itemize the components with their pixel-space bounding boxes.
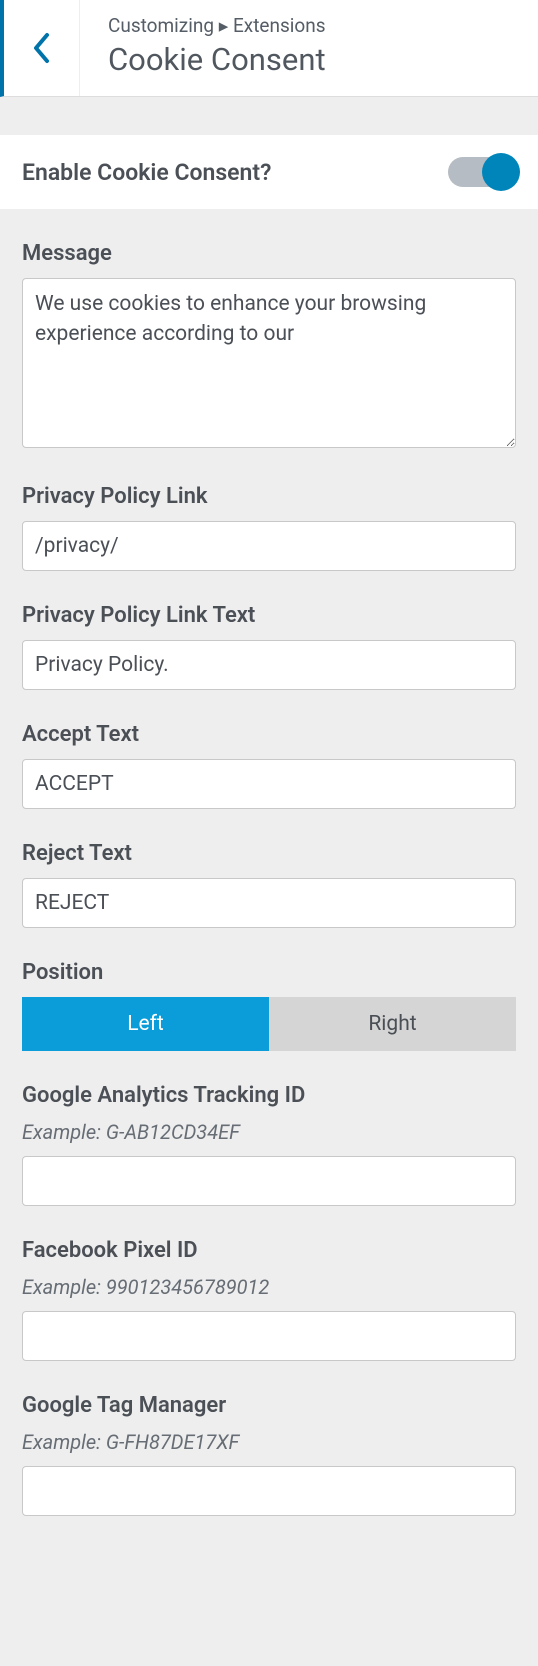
bottom-spacer [22, 1516, 516, 1564]
gtm-example: Example: G-FH87DE17XF [22, 1430, 516, 1454]
enable-row: Enable Cookie Consent? [0, 135, 538, 209]
breadcrumb: Customizing ▸ Extensions [108, 14, 326, 37]
enable-toggle[interactable] [448, 157, 516, 187]
gtm-label: Google Tag Manager [22, 1393, 516, 1418]
enable-label: Enable Cookie Consent? [22, 159, 271, 186]
fb-pixel-input[interactable] [22, 1311, 516, 1361]
form-section: Message Privacy Policy Link Privacy Poli… [0, 241, 538, 1564]
position-label: Position [22, 960, 516, 985]
privacy-link-label: Privacy Policy Link [22, 484, 516, 509]
ga-id-example: Example: G-AB12CD34EF [22, 1120, 516, 1144]
ga-id-input[interactable] [22, 1156, 516, 1206]
back-button[interactable] [4, 0, 80, 96]
breadcrumb-prefix: Customizing [108, 14, 214, 37]
toggle-knob [482, 153, 520, 191]
message-textarea[interactable] [22, 278, 516, 448]
chevron-left-icon [31, 31, 53, 65]
customizer-header: Customizing ▸ Extensions Cookie Consent [0, 0, 538, 97]
breadcrumb-section: Extensions [233, 14, 326, 37]
accept-text-label: Accept Text [22, 722, 516, 747]
reject-text-label: Reject Text [22, 841, 516, 866]
privacy-link-text-input[interactable] [22, 640, 516, 690]
privacy-link-text-label: Privacy Policy Link Text [22, 603, 516, 628]
ga-id-label: Google Analytics Tracking ID [22, 1083, 516, 1108]
fb-pixel-example: Example: 990123456789012 [22, 1275, 516, 1299]
reject-text-input[interactable] [22, 878, 516, 928]
breadcrumb-separator: ▸ [219, 14, 233, 37]
gtm-input[interactable] [22, 1466, 516, 1516]
header-text: Customizing ▸ Extensions Cookie Consent [80, 0, 344, 96]
message-label: Message [22, 241, 516, 266]
position-segmented: Left Right [22, 997, 516, 1051]
position-right-button[interactable]: Right [269, 997, 516, 1051]
page-title: Cookie Consent [108, 41, 326, 78]
privacy-link-input[interactable] [22, 521, 516, 571]
position-left-button[interactable]: Left [22, 997, 269, 1051]
accept-text-input[interactable] [22, 759, 516, 809]
fb-pixel-label: Facebook Pixel ID [22, 1238, 516, 1263]
